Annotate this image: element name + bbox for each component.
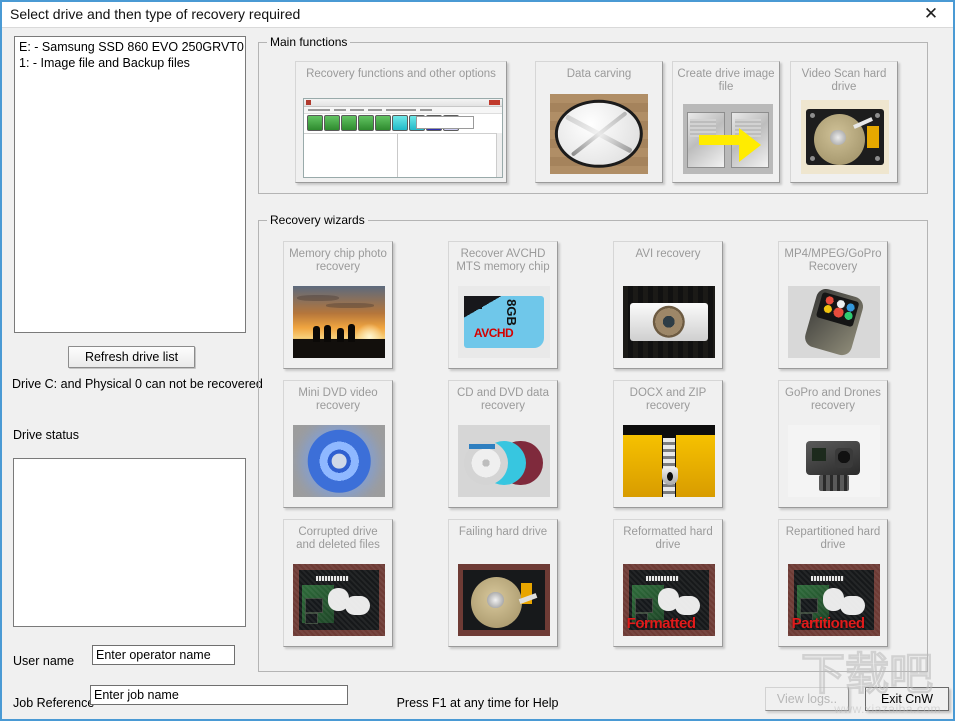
tile-label: Mini DVD video recovery xyxy=(284,387,392,413)
window-title: Select drive and then type of recovery r… xyxy=(10,6,300,22)
tile-label: Reformatted hard drive xyxy=(614,526,722,552)
refresh-drive-list-button[interactable]: Refresh drive list xyxy=(68,346,195,368)
title-bar: Select drive and then type of recovery r… xyxy=(2,2,953,28)
sd-card-thumb: 8GB AVCHD xyxy=(458,286,550,358)
tile-label: Recovery functions and other options xyxy=(296,68,506,81)
main-functions-group: Main functions Recovery functions and ot… xyxy=(258,42,928,194)
application-window: Select drive and then type of recovery r… xyxy=(0,0,955,721)
open-platter-drive-thumb xyxy=(458,564,550,636)
tile-data-carving[interactable]: Data carving xyxy=(535,61,663,183)
gopro-camera-thumb xyxy=(788,425,880,497)
hard-drive-pcb-thumb xyxy=(293,564,385,636)
left-panel: E: - Samsung SSD 860 EVO 250GRVT0 1: - I… xyxy=(2,28,255,721)
tile-label: MP4/MPEG/GoPro Recovery xyxy=(779,248,887,274)
recovery-wizards-title: Recovery wizards xyxy=(267,213,368,227)
mobile-phone-thumb xyxy=(788,286,880,358)
two-drives-arrow-thumb xyxy=(683,104,773,174)
tile-label: Repartitioned hard drive xyxy=(779,526,887,552)
tile-reformatted-hard-drive[interactable]: Reformatted hard drive Formatted xyxy=(613,519,723,647)
tile-docx-zip-recovery[interactable]: DOCX and ZIP recovery xyxy=(613,380,723,508)
tile-label: Recover AVCHD MTS memory chip xyxy=(449,248,557,274)
hard-drive-pcb-thumb: Formatted xyxy=(623,564,715,636)
cd-stack-thumb xyxy=(458,425,550,497)
tile-label: Memory chip photo recovery xyxy=(284,248,392,274)
tile-label: Data carving xyxy=(536,68,662,81)
tile-label: CD and DVD data recovery xyxy=(449,387,557,413)
drive-list[interactable]: E: - Samsung SSD 860 EVO 250GRVT0 1: - I… xyxy=(14,36,246,333)
zipper-thumb xyxy=(623,425,715,497)
mini-dvd-thumb xyxy=(293,425,385,497)
tile-create-drive-image[interactable]: Create drive image file xyxy=(672,61,780,183)
sd-capacity-text: 8GB xyxy=(504,300,519,327)
tile-label: DOCX and ZIP recovery xyxy=(614,387,722,413)
user-name-input[interactable] xyxy=(92,645,235,665)
tile-label: Failing hard drive xyxy=(449,526,557,539)
close-icon[interactable]: ✕ xyxy=(909,2,953,27)
tile-video-scan-hard-drive[interactable]: Video Scan hard drive xyxy=(790,61,898,183)
tile-corrupted-drive-deleted-files[interactable]: Corrupted drive and deleted files xyxy=(283,519,393,647)
tile-recover-avchd-mts[interactable]: Recover AVCHD MTS memory chip 8GB AVCHD xyxy=(448,241,558,369)
thumb-overlay-text: Partitioned xyxy=(792,615,865,632)
user-name-label: User name xyxy=(13,654,74,668)
cannot-recover-note: Drive C: and Physical 0 can not be recov… xyxy=(12,377,252,391)
tile-label: AVI recovery xyxy=(614,248,722,261)
sd-overlay-text: AVCHD xyxy=(474,326,513,340)
thumb-overlay-text: Formatted xyxy=(627,615,696,632)
tile-label: Video Scan hard drive xyxy=(791,68,897,94)
tile-recovery-functions[interactable]: Recovery functions and other options xyxy=(295,61,507,183)
exit-cnw-button[interactable]: Exit CnW xyxy=(865,687,949,711)
tile-mp4-mpeg-gopro-recovery[interactable]: MP4/MPEG/GoPro Recovery xyxy=(778,241,888,369)
main-functions-title: Main functions xyxy=(267,35,350,49)
plate-and-cutlery-thumb xyxy=(550,94,648,174)
open-hard-drive-thumb xyxy=(801,100,889,174)
drive-status-label: Drive status xyxy=(13,428,79,442)
tile-label: GoPro and Drones recovery xyxy=(779,387,887,413)
tile-cd-dvd-data-recovery[interactable]: CD and DVD data recovery xyxy=(448,380,558,508)
compact-camera-thumb xyxy=(623,286,715,358)
drive-status-box xyxy=(13,458,246,627)
drive-list-item[interactable]: 1: - Image file and Backup files xyxy=(15,55,245,71)
tile-label: Create drive image file xyxy=(673,68,779,94)
tile-repartitioned-hard-drive[interactable]: Repartitioned hard drive Partitioned xyxy=(778,519,888,647)
drive-list-item[interactable]: E: - Samsung SSD 860 EVO 250GRVT0 xyxy=(15,37,245,55)
hard-drive-pcb-thumb: Partitioned xyxy=(788,564,880,636)
tile-avi-recovery[interactable]: AVI recovery xyxy=(613,241,723,369)
tile-gopro-drones-recovery[interactable]: GoPro and Drones recovery xyxy=(778,380,888,508)
recovery-wizards-group: Recovery wizards Memory chip photo recov… xyxy=(258,220,928,672)
view-logs-button[interactable]: View logs.. xyxy=(765,687,849,711)
tile-label: Corrupted drive and deleted files xyxy=(284,526,392,552)
tile-memory-chip-photo-recovery[interactable]: Memory chip photo recovery xyxy=(283,241,393,369)
tile-failing-hard-drive[interactable]: Failing hard drive xyxy=(448,519,558,647)
tile-mini-dvd-video-recovery[interactable]: Mini DVD video recovery xyxy=(283,380,393,508)
sunset-beach-thumb xyxy=(293,286,385,358)
app-screenshot-thumb xyxy=(303,98,503,178)
